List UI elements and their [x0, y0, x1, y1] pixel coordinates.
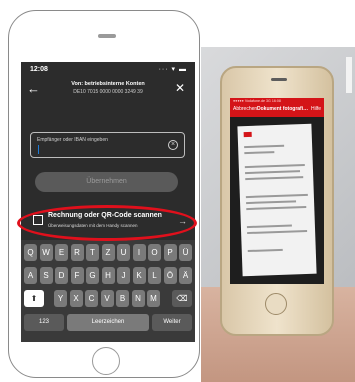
- backspace-icon[interactable]: ⌫: [172, 290, 192, 307]
- key[interactable]: O: [148, 244, 161, 261]
- key[interactable]: V: [100, 290, 114, 307]
- scanned-invoice: [237, 123, 317, 277]
- status-time: 12:08: [30, 66, 48, 73]
- key[interactable]: M: [147, 290, 160, 307]
- photo-help-label: Hilfe: [310, 106, 321, 112]
- key[interactable]: S: [39, 267, 53, 284]
- photo-phone: ●●●●● Vodafone.de 3G 16:08 Abbrechen Dok…: [220, 66, 334, 336]
- key[interactable]: B: [116, 290, 129, 307]
- submit-button[interactable]: Übernehmen: [35, 172, 178, 192]
- iban-placeholder: Empfänger oder IBAN eingeben: [37, 137, 108, 143]
- text-cursor: [38, 145, 39, 154]
- space-key[interactable]: Leerzeichen: [67, 314, 149, 331]
- doc-line: [244, 151, 275, 155]
- doc-line: [245, 176, 304, 181]
- key[interactable]: G: [86, 267, 99, 284]
- doc-line: [244, 144, 285, 149]
- key[interactable]: Q: [24, 244, 37, 261]
- photo-title: Dokument fotografi…: [257, 106, 309, 112]
- key[interactable]: I: [132, 244, 146, 261]
- doc-line: [245, 170, 301, 175]
- key[interactable]: N: [131, 290, 145, 307]
- bank-logo: [243, 131, 252, 138]
- photo-status-line: ●●●●● Vodafone.de 3G 16:08: [233, 99, 281, 103]
- status-bar: 12:08 ··· ▾ ▬: [21, 62, 195, 78]
- status-icons: ··· ▾ ▬: [158, 66, 187, 73]
- key[interactable]: X: [69, 290, 83, 307]
- photo-screen: ●●●●● Vodafone.de 3G 16:08 Abbrechen Dok…: [230, 98, 324, 284]
- key[interactable]: Ü: [179, 244, 192, 261]
- phone-speaker: [98, 34, 116, 38]
- account-iban: DE10 7015 0000 0000 3249 39: [73, 89, 143, 95]
- doc-line: [247, 248, 283, 253]
- key[interactable]: U: [117, 244, 130, 261]
- clear-circle-icon[interactable]: ×: [168, 140, 178, 150]
- key[interactable]: T: [86, 244, 99, 261]
- key[interactable]: L: [148, 267, 161, 284]
- highlight-ellipse: [17, 205, 197, 241]
- key[interactable]: E: [55, 244, 68, 261]
- key[interactable]: Ö: [163, 267, 177, 284]
- keyboard: Q W E R T Z U I O P Ü A S D F G H J K L …: [21, 240, 195, 342]
- recipient-iban-input[interactable]: Empfänger oder IBAN eingeben ×: [30, 132, 185, 158]
- key[interactable]: Y: [54, 290, 67, 307]
- nav-bar: ← Von: betriebsinterne Konten DE10 7015 …: [21, 78, 195, 102]
- photo-header-bar: ●●●●● Vodafone.de 3G 16:08 Abbrechen Dok…: [230, 98, 324, 117]
- key[interactable]: A: [24, 267, 37, 284]
- doc-line: [244, 164, 305, 169]
- back-arrow-icon[interactable]: ←: [27, 81, 40, 96]
- key[interactable]: F: [70, 267, 84, 284]
- key[interactable]: P: [163, 244, 177, 261]
- numbers-key[interactable]: 123: [24, 314, 64, 331]
- key[interactable]: C: [85, 290, 98, 307]
- shift-icon[interactable]: ⬆: [24, 290, 44, 307]
- key[interactable]: K: [132, 267, 146, 284]
- background-paper: [346, 57, 352, 93]
- key[interactable]: H: [101, 267, 115, 284]
- photo-speaker: [271, 78, 287, 81]
- key[interactable]: Ä: [179, 267, 192, 284]
- key[interactable]: D: [55, 267, 68, 284]
- doc-line: [246, 224, 292, 229]
- doc-line: [245, 193, 308, 199]
- page-title: Von: betriebsinterne Konten: [71, 81, 145, 87]
- doc-line: [246, 205, 307, 211]
- photo-home-button: [265, 293, 287, 315]
- close-icon[interactable]: ✕: [175, 81, 185, 95]
- home-button: [92, 347, 120, 375]
- app-screen: 12:08 ··· ▾ ▬ ← Von: betriebsinterne Kon…: [21, 62, 195, 342]
- doc-line: [247, 229, 308, 235]
- key[interactable]: Z: [101, 244, 115, 261]
- key[interactable]: W: [39, 244, 53, 261]
- photo-scanning-document: ●●●●● Vodafone.de 3G 16:08 Abbrechen Dok…: [201, 47, 355, 382]
- photo-cancel-label: Abbrechen: [233, 106, 258, 112]
- key[interactable]: J: [117, 267, 130, 284]
- next-key[interactable]: Weiter: [152, 314, 192, 331]
- doc-line: [246, 200, 297, 205]
- key[interactable]: R: [70, 244, 84, 261]
